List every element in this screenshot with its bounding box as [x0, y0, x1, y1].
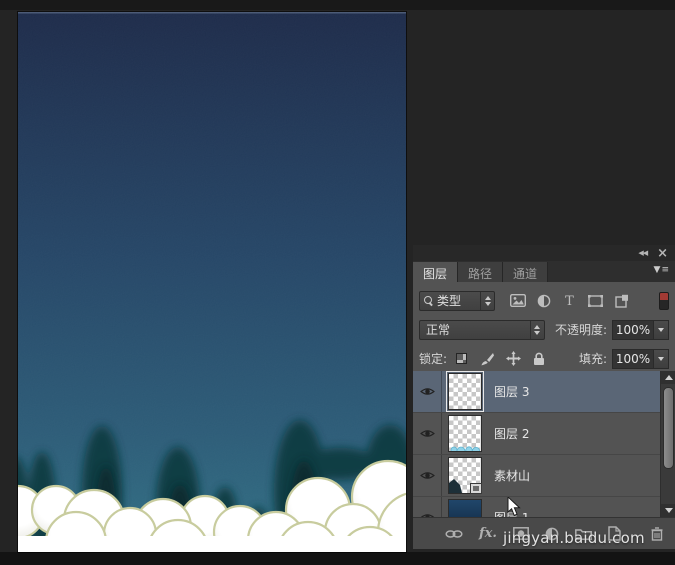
delete-layer-icon[interactable] — [651, 527, 663, 541]
pixel-filter-icon[interactable] — [509, 293, 526, 308]
eye-icon — [420, 428, 435, 439]
workspace-top-gutter — [0, 0, 675, 10]
layers-panel: ◀◀ × 图层 路径 通道 ▼≡ 类型 — [413, 245, 675, 549]
filter-toggle-switch[interactable] — [659, 292, 669, 310]
scroll-up-icon[interactable] — [661, 371, 675, 384]
blend-mode-dropdown[interactable]: 正常 — [419, 320, 545, 340]
layer-row-3[interactable]: 图层 3 — [413, 371, 660, 413]
lock-row: 锁定: 填充: 100% — [419, 344, 669, 373]
visibility-toggle[interactable] — [413, 413, 442, 454]
layer-thumbnail[interactable] — [448, 373, 482, 410]
dropdown-spinner-icon — [530, 321, 544, 339]
layer-thumbnail[interactable] — [448, 499, 482, 517]
lock-all-icon[interactable] — [531, 351, 547, 366]
filter-row: 类型 T — [419, 286, 669, 315]
lock-pixels-icon[interactable] — [479, 351, 495, 366]
workspace-bottom-gutter — [0, 552, 675, 565]
watermark-text: jingyan.baidu.com — [503, 529, 645, 547]
opacity-value[interactable]: 100% — [612, 320, 654, 340]
tab-channels[interactable]: 通道 — [503, 262, 548, 282]
fill-value[interactable]: 100% — [612, 349, 654, 369]
fx-icon[interactable]: fx. — [479, 526, 497, 541]
layer-thumbnail[interactable] — [448, 457, 482, 494]
layer-list: 图层 3 图层 2 — [413, 371, 675, 517]
layer-row-1[interactable]: 图层 1 — [413, 497, 660, 517]
filter-kind-label: 类型 — [437, 292, 477, 309]
dropdown-spinner-icon — [480, 292, 494, 310]
lock-label: 锁定: — [419, 350, 447, 367]
layer-list-scrollbar[interactable] — [660, 371, 675, 517]
layer-name: 图层 2 — [494, 425, 529, 442]
scroll-down-icon[interactable] — [661, 504, 675, 517]
opacity-dropdown-arrow[interactable] — [654, 320, 669, 340]
panel-menu-icon[interactable]: ▼≡ — [654, 265, 670, 275]
blend-mode-value: 正常 — [426, 321, 450, 338]
shape-filter-icon[interactable] — [587, 293, 604, 308]
visibility-toggle[interactable] — [413, 497, 442, 517]
canvas-scene — [18, 12, 406, 552]
layer-thumbnail[interactable] — [448, 415, 482, 452]
adjustment-filter-icon[interactable] — [535, 293, 552, 308]
scrollbar-thumb[interactable] — [663, 387, 674, 469]
collapse-panels-icon[interactable]: ◀◀ — [638, 250, 647, 257]
svg-text:T: T — [565, 294, 574, 307]
close-icon[interactable]: × — [657, 247, 668, 260]
search-icon — [424, 296, 434, 306]
lock-transparent-icon[interactable] — [453, 351, 469, 366]
smart-object-filter-icon[interactable] — [613, 293, 630, 308]
tab-paths[interactable]: 路径 — [458, 262, 503, 282]
opacity-label: 不透明度: — [555, 321, 607, 338]
photoshop-workspace: ◀◀ × 图层 路径 通道 ▼≡ 类型 — [0, 0, 675, 565]
eye-icon — [420, 470, 435, 481]
eye-icon — [420, 386, 435, 397]
fill-label: 填充: — [579, 350, 607, 367]
lock-position-icon[interactable] — [505, 351, 521, 366]
document-canvas[interactable] — [18, 12, 406, 552]
link-layers-icon[interactable] — [445, 529, 463, 539]
smart-object-badge-icon — [470, 483, 482, 494]
blend-row: 正常 不透明度: 100% — [419, 315, 669, 344]
visibility-toggle[interactable] — [413, 455, 442, 496]
panel-controls: 类型 T — [413, 282, 675, 371]
layer-name: 图层 3 — [494, 383, 529, 400]
layer-row-mountain[interactable]: 素材山 — [413, 455, 660, 497]
type-filter-icon[interactable]: T — [561, 293, 578, 308]
layer-name: 素材山 — [494, 467, 530, 484]
filter-kind-dropdown[interactable]: 类型 — [419, 291, 495, 311]
panel-tab-bar: 图层 路径 通道 ▼≡ — [413, 261, 675, 282]
mouse-cursor-icon — [507, 497, 521, 517]
layer-row-2[interactable]: 图层 2 — [413, 413, 660, 455]
fill-dropdown-arrow[interactable] — [654, 349, 669, 369]
tab-layers[interactable]: 图层 — [413, 262, 458, 282]
visibility-toggle[interactable] — [413, 371, 442, 412]
panel-header: ◀◀ × — [413, 245, 675, 261]
